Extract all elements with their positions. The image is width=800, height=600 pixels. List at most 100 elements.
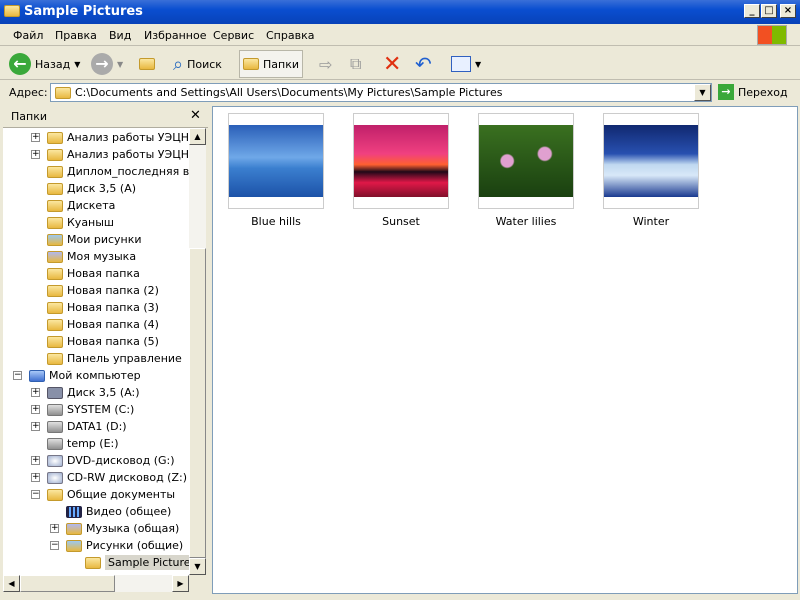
undo-button[interactable]: ↶ [412, 50, 435, 78]
tree-item[interactable]: temp (E:) [47, 435, 119, 452]
expand-toggle[interactable]: − [13, 371, 22, 380]
scroll-right-button[interactable]: ▶ [172, 575, 189, 592]
folders-label: Папки [263, 57, 299, 71]
file-name: Sunset [382, 215, 420, 228]
folder-icon [55, 86, 71, 99]
tree-item[interactable]: + DVD-дисковод (G:) [31, 452, 175, 469]
folders-panel-header: Папки ✕ [3, 106, 208, 128]
tree-item[interactable]: Диплом_последняя верс [47, 163, 189, 180]
expand-toggle[interactable]: + [31, 133, 40, 142]
hscroll-thumb[interactable] [20, 575, 115, 592]
delete-button[interactable]: ✕ [380, 50, 404, 78]
close-panel-button[interactable]: ✕ [190, 108, 201, 123]
menu-help[interactable]: Справка [266, 29, 314, 42]
tree-item-label: Моя музыка [67, 250, 137, 263]
file-thumbnail[interactable]: Water lilies [478, 113, 574, 228]
forward-button[interactable]: → ▼ [88, 50, 126, 78]
tree-item[interactable]: Панель управление [47, 350, 182, 367]
thumbnail-image [479, 125, 573, 197]
cd-icon [47, 471, 63, 484]
vertical-scrollbar[interactable]: ▲ ▼ [189, 128, 206, 575]
expand-toggle[interactable]: + [31, 422, 40, 431]
scroll-up-button[interactable]: ▲ [189, 128, 206, 145]
expand-toggle[interactable]: + [31, 150, 40, 159]
tree-item[interactable]: + DATA1 (D:) [31, 418, 127, 435]
folder-tree: + Анализ работы УЭЦН на + Анализ работы УЭЦ… [3, 128, 189, 575]
minimize-button[interactable]: _ [744, 4, 760, 18]
expand-toggle[interactable]: + [31, 405, 40, 414]
delete-icon: ✕ [383, 51, 402, 77]
horizontal-scrollbar[interactable]: ◀ ▶ [3, 575, 189, 592]
folder-icon [47, 199, 63, 212]
tree-item-label: Анализ работы УЭЦН на [67, 131, 189, 144]
views-button[interactable]: ▼ [448, 50, 484, 78]
thumbnail-image [354, 125, 448, 197]
menu-file[interactable]: Файл [13, 29, 43, 42]
tree-item[interactable]: Куаныш [47, 214, 114, 231]
expand-toggle[interactable]: − [50, 541, 59, 550]
copy-to-icon: ⧉ [350, 54, 362, 73]
search-button[interactable]: ⌕ Поиск [170, 50, 225, 78]
go-button[interactable]: → Переход [718, 84, 788, 100]
expand-toggle[interactable]: + [50, 524, 59, 533]
menu-bar: Файл Правка Вид Избранное Сервис Справка [0, 24, 800, 46]
up-button[interactable] [136, 50, 158, 78]
tree-item[interactable]: Новая папка (5) [47, 333, 159, 350]
tree-item[interactable]: + Музыка (общая) [50, 520, 179, 537]
drive-icon [47, 403, 63, 416]
tree-item[interactable]: Новая папка (2) [47, 282, 159, 299]
file-thumbnail[interactable]: Blue hills [228, 113, 324, 228]
tree-item[interactable]: + Анализ работы УЭЦН на [31, 129, 189, 146]
tree-item[interactable]: Дискета [47, 197, 115, 214]
address-value: C:\Documents and Settings\All Users\Docu… [75, 86, 503, 99]
expand-toggle[interactable]: − [31, 490, 40, 499]
scroll-thumb[interactable] [189, 248, 206, 558]
music-icon [47, 250, 63, 263]
tree-item[interactable]: − Мой компьютер [13, 367, 141, 384]
file-thumbnail[interactable]: Winter [603, 113, 699, 228]
windows-logo [757, 25, 787, 45]
menu-favorites[interactable]: Избранное [144, 29, 206, 42]
tree-item[interactable]: Моя музыка [47, 248, 136, 265]
close-button[interactable]: × [780, 4, 796, 18]
menu-view[interactable]: Вид [109, 29, 131, 42]
expand-toggle[interactable]: + [31, 388, 40, 397]
tree-item[interactable]: Новая папка (4) [47, 316, 159, 333]
move-to-button[interactable]: ⇨ [316, 50, 335, 78]
file-name: Water lilies [495, 215, 557, 228]
menu-edit[interactable]: Правка [55, 29, 97, 42]
copy-to-button[interactable]: ⧉ [347, 50, 364, 78]
title-bar: Sample Pictures _ □ × [0, 0, 800, 24]
expand-toggle[interactable]: + [31, 473, 40, 482]
menu-tools[interactable]: Сервис [213, 29, 254, 42]
tree-item[interactable]: Sample Pictures [85, 554, 189, 571]
address-input[interactable]: C:\Documents and Settings\All Users\Docu… [50, 83, 712, 102]
tree-item-label: Новая папка (3) [67, 301, 159, 314]
folders-button[interactable]: Папки [239, 50, 303, 78]
tree-item[interactable]: + Диск 3,5 (A:) [31, 384, 140, 401]
folders-panel-title: Папки [11, 110, 47, 123]
maximize-button[interactable]: □ [761, 4, 777, 18]
tree-item[interactable]: + CD-RW дисковод (Z:) [31, 469, 187, 486]
scroll-left-button[interactable]: ◀ [3, 575, 20, 592]
scroll-down-button[interactable]: ▼ [189, 558, 206, 575]
tree-item[interactable]: + Анализ работы УЭЦН на [31, 146, 189, 163]
address-dropdown-button[interactable]: ▼ [694, 84, 711, 101]
tree-item[interactable]: Диск 3,5 (A) [47, 180, 136, 197]
tree-item[interactable]: − Общие документы [31, 486, 175, 503]
tree-item[interactable]: − Рисунки (общие) [50, 537, 183, 554]
tree-item[interactable]: + SYSTEM (C:) [31, 401, 134, 418]
floppy-icon [47, 386, 63, 399]
back-button[interactable]: ← Назад ▼ [6, 50, 83, 78]
expand-toggle[interactable]: + [31, 456, 40, 465]
tree-item-label: Диск 3,5 (A:) [67, 386, 140, 399]
tree-item-label: Дискета [67, 199, 116, 212]
music-icon [66, 522, 82, 535]
tree-item[interactable]: Новая папка (3) [47, 299, 159, 316]
file-thumbnail[interactable]: Sunset [353, 113, 449, 228]
tree-item[interactable]: Мои рисунки [47, 231, 142, 248]
tree-item[interactable]: Новая папка [47, 265, 140, 282]
tree-item[interactable]: Видео (общее) [66, 503, 171, 520]
thumbnail-frame [353, 113, 449, 209]
video-icon [66, 505, 82, 518]
